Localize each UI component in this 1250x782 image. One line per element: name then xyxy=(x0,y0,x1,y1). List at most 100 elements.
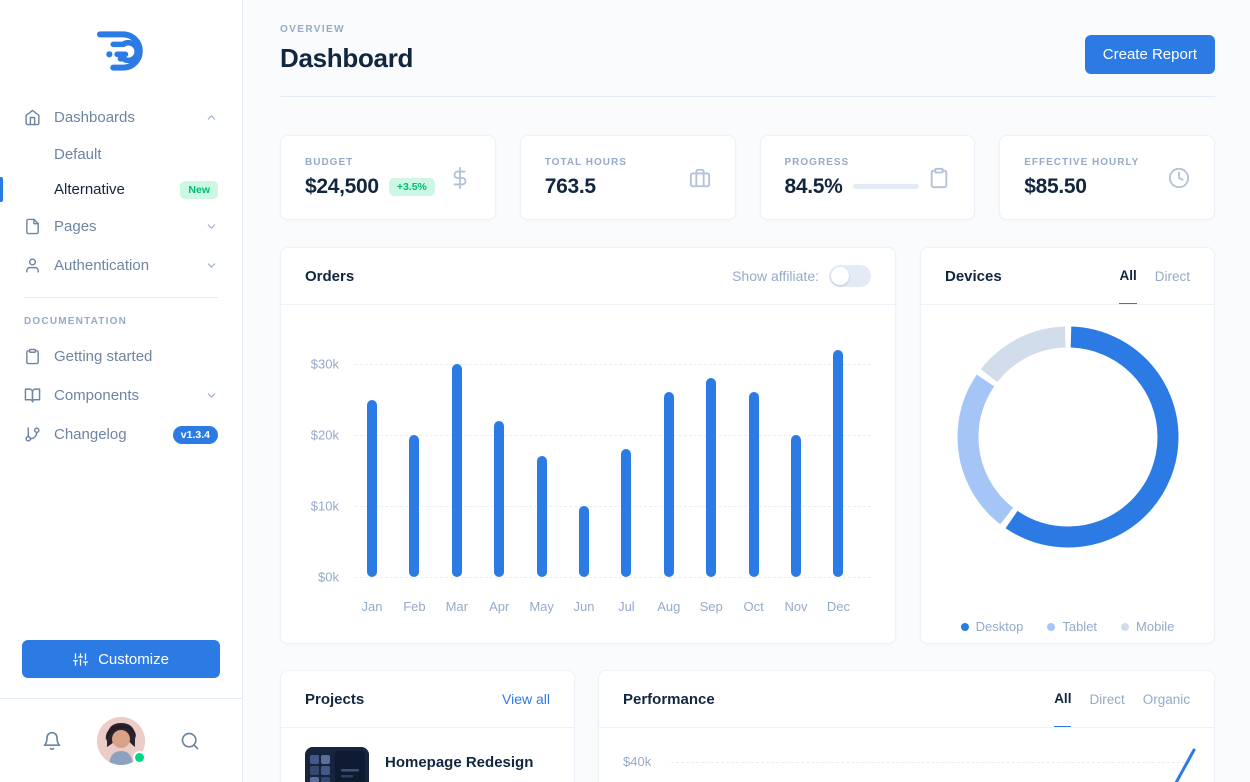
stat-card-total-hours: Total hours 763.5 xyxy=(519,135,736,220)
orders-bar-chart: $0k $10k $20k $30k Jan Feb Mar Apr May Jun Jul Aug S… xyxy=(281,305,895,645)
devices-card: Devices All Direct Desktop Tablet Mobile xyxy=(920,247,1215,644)
projects-card: Projects View all Homepage Redesign xyxy=(280,670,575,782)
active-indicator xyxy=(0,177,3,202)
tab-all[interactable]: All xyxy=(1119,248,1137,304)
sidebar-divider xyxy=(24,297,218,298)
gridline xyxy=(355,364,871,365)
home-icon xyxy=(25,109,40,126)
stat-label: Effective hourly xyxy=(1024,156,1140,168)
sidebar-item-dashboards[interactable]: Dashboards xyxy=(0,98,242,137)
chevron-down-icon xyxy=(207,263,216,268)
performance-card: Performance All Direct Organic $40k xyxy=(598,670,1215,782)
sidebar-item-default[interactable]: Default xyxy=(0,137,242,172)
legend-dot xyxy=(960,622,969,631)
project-title: Homepage Redesign xyxy=(385,754,534,771)
new-badge: New xyxy=(180,180,218,199)
project-thumbnail xyxy=(305,747,369,782)
y-axis-tick: $0k xyxy=(318,569,339,585)
stat-value: 84.5% xyxy=(784,174,843,198)
performance-tabs: All Direct Organic xyxy=(1054,671,1190,727)
sidebar-item-components[interactable]: Components xyxy=(0,376,242,415)
progress-bar xyxy=(852,184,919,189)
customize-button[interactable]: Customize xyxy=(22,640,220,678)
orders-card-title: Orders xyxy=(305,267,355,285)
x-axis-label: Dec xyxy=(826,599,850,614)
sidebar-item-authentication[interactable]: Authentication xyxy=(0,246,242,285)
git-branch-icon xyxy=(25,427,40,442)
bar-jul xyxy=(621,449,632,577)
search-icon[interactable] xyxy=(180,731,200,751)
tab-direct[interactable]: Direct xyxy=(1155,248,1190,304)
user-avatar[interactable] xyxy=(97,716,146,765)
page-title: Dashboard xyxy=(280,43,414,73)
trend-badge: +3.5% xyxy=(388,177,435,196)
x-axis-label: Feb xyxy=(403,599,426,614)
devices-legend: Desktop Tablet Mobile xyxy=(921,619,1214,634)
y-axis-tick: $20k xyxy=(310,427,339,443)
sidebar-footer xyxy=(0,698,242,782)
create-report-button[interactable]: Create Report xyxy=(1084,35,1215,74)
chevron-up-icon xyxy=(207,115,216,120)
stat-card-progress: Progress 84.5% xyxy=(759,135,976,220)
devices-donut-chart: Desktop Tablet Mobile xyxy=(921,321,1214,661)
main-content: Overview Dashboard Create Report Budget … xyxy=(243,0,1250,782)
version-badge: v1.3.4 xyxy=(172,425,218,444)
page-header: Overview Dashboard Create Report xyxy=(280,0,1215,97)
view-all-link[interactable]: View all xyxy=(502,691,550,707)
stat-card-effective-hourly: Effective hourly $85.50 xyxy=(999,135,1215,220)
bar-oct xyxy=(748,392,759,577)
legend-label: Tablet xyxy=(1062,619,1098,634)
show-affiliate-label: Show affiliate: xyxy=(732,268,819,284)
tab-direct[interactable]: Direct xyxy=(1089,671,1124,727)
app-logo[interactable] xyxy=(0,0,242,90)
x-axis-label: May xyxy=(529,599,554,614)
sidebar-item-getting-started[interactable]: Getting started xyxy=(0,337,242,376)
performance-line-svg xyxy=(1174,748,1196,782)
x-axis-label: Mar xyxy=(445,599,468,614)
tab-all[interactable]: All xyxy=(1054,671,1072,727)
x-axis-label: Oct xyxy=(743,599,764,614)
bar-dec xyxy=(833,349,844,577)
bar-jun xyxy=(579,506,589,577)
sliders-icon xyxy=(73,652,89,666)
show-affiliate-toggle[interactable] xyxy=(829,265,871,287)
performance-card-title: Performance xyxy=(623,690,715,708)
sidebar-item-changelog[interactable]: Changelog v1.3.4 xyxy=(0,415,242,454)
stat-label: Progress xyxy=(784,156,850,168)
dollar-icon xyxy=(453,166,467,189)
legend-dot xyxy=(1047,622,1056,631)
bar-jan xyxy=(367,399,377,577)
x-axis-label: Jul xyxy=(618,599,635,614)
stat-card-budget: Budget $24,500 +3.5% xyxy=(280,135,496,220)
sidebar-item-alternative[interactable]: Alternative New xyxy=(0,172,242,207)
bar-nov xyxy=(791,435,801,577)
x-axis-label: Jun xyxy=(573,599,595,614)
chevron-down-icon xyxy=(207,393,216,398)
clipboard-icon xyxy=(931,167,948,188)
stat-label: Total hours xyxy=(544,156,627,168)
clock-icon xyxy=(1168,167,1190,188)
gridline xyxy=(355,577,871,578)
sidebar-item-label: Default xyxy=(54,146,102,163)
sidebar-item-pages[interactable]: Pages xyxy=(0,207,242,246)
legend-item-mobile: Mobile xyxy=(1121,619,1174,634)
project-list-item[interactable]: Homepage Redesign xyxy=(281,728,574,782)
legend-label: Mobile xyxy=(1136,619,1175,634)
stats-row: Budget $24,500 +3.5% Total hours 763.5 xyxy=(280,135,1215,220)
sidebar-item-label: Alternative xyxy=(54,181,125,198)
stat-value: 763.5 xyxy=(544,174,596,198)
stat-label: Budget xyxy=(305,156,354,168)
performance-line xyxy=(1174,748,1196,782)
devices-tabs: All Direct xyxy=(1119,248,1190,304)
x-axis-label: Sep xyxy=(699,599,723,614)
bell-icon[interactable] xyxy=(42,731,62,751)
x-axis-label: Nov xyxy=(784,599,808,614)
dashkit-logo-icon xyxy=(96,31,143,71)
orders-card: Orders Show affiliate: $0k $10k $20k $30k Ja… xyxy=(280,247,896,644)
projects-card-title: Projects xyxy=(305,690,365,708)
performance-line-chart: $40k xyxy=(599,728,1214,782)
legend-item-desktop: Desktop xyxy=(960,619,1023,634)
kebab-menu-icon[interactable] xyxy=(534,747,550,763)
tab-organic[interactable]: Organic xyxy=(1143,671,1190,727)
bar-may xyxy=(536,456,547,577)
